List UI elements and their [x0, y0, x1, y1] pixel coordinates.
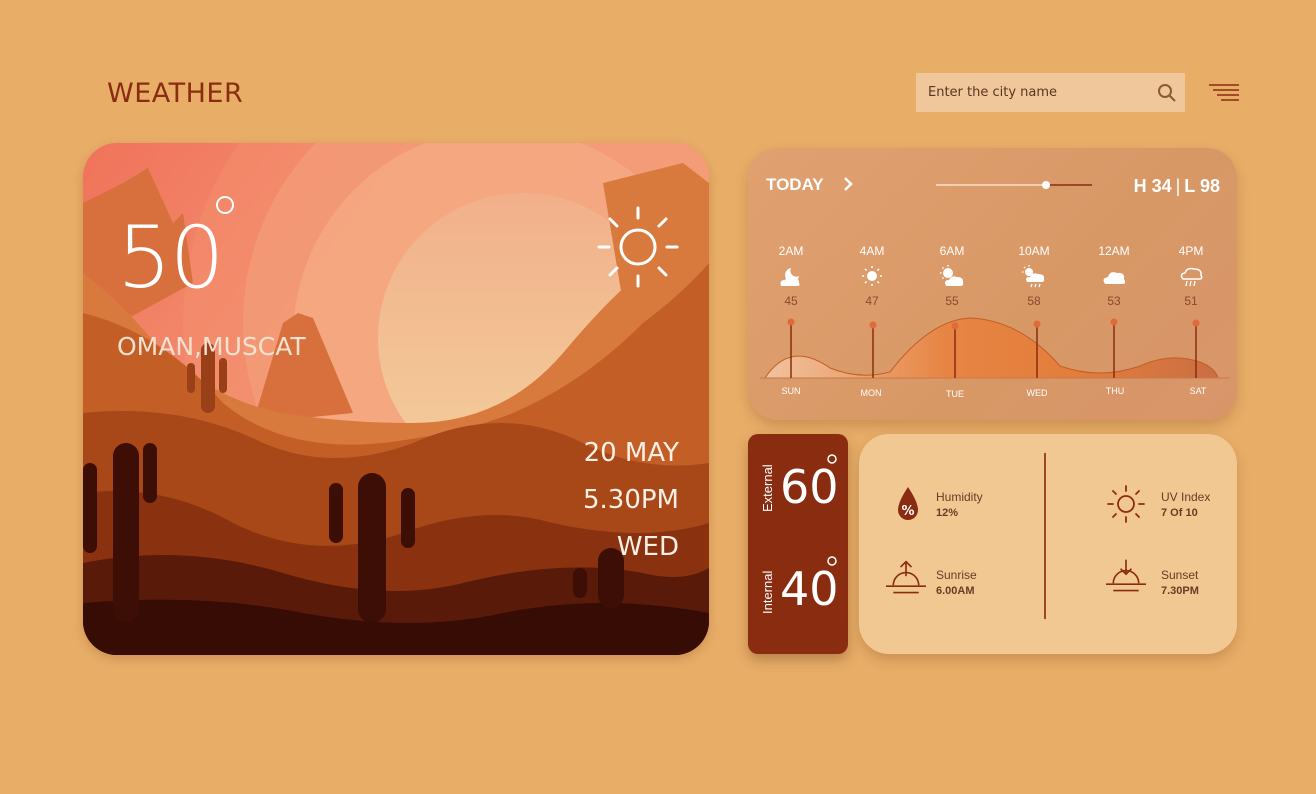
svg-text:%: %	[901, 504, 914, 519]
search-icon[interactable]	[1157, 83, 1177, 103]
sunrise-value: 6.00AM	[936, 585, 975, 597]
degree-icon	[827, 454, 837, 464]
forecast-temp: 58	[1027, 294, 1041, 308]
internal-temperature: 40	[780, 562, 839, 616]
rain-cloud-icon	[1180, 267, 1203, 287]
search-box[interactable]	[916, 73, 1185, 112]
uv-index-label: UV Index	[1161, 490, 1211, 504]
sun-icon	[862, 266, 882, 286]
details-card	[859, 434, 1237, 654]
chart-day-label: TUE	[946, 389, 964, 399]
chart-day-label: WED	[1026, 388, 1048, 398]
humidity-value: 12%	[936, 507, 959, 519]
sunset-label: Sunset	[1161, 568, 1199, 582]
forecast-slider[interactable]	[936, 178, 1092, 192]
forecast-temp: 55	[945, 294, 959, 308]
chart-day-label: SUN	[781, 386, 801, 396]
forecast-hour: 4PM	[1178, 244, 1204, 258]
chart-day-label: THU	[1105, 386, 1125, 396]
moon-cloud-icon	[780, 268, 800, 286]
humidity-icon: %	[898, 487, 918, 520]
time-label: 5.30PM	[582, 485, 679, 515]
sun-rain-cloud-icon	[1022, 265, 1045, 288]
forecast-temp: 53	[1107, 294, 1121, 308]
day-label: WED	[616, 532, 679, 562]
sunset-icon	[1106, 559, 1146, 592]
cloud-icon	[1103, 272, 1126, 284]
forecast-temp: 51	[1184, 294, 1198, 308]
temperature-trend-chart	[760, 317, 1230, 379]
partly-cloudy-icon	[940, 265, 964, 286]
sun-icon	[597, 206, 679, 288]
internal-label: Internal	[760, 570, 775, 614]
degree-icon	[216, 196, 234, 214]
app-title: WEATHER	[107, 78, 244, 109]
divider	[1044, 453, 1046, 619]
humidity-label: Humidity	[936, 490, 983, 504]
date-label: 20 MAY	[583, 438, 679, 468]
sunset-value: 7.30PM	[1161, 585, 1199, 597]
location-label: OMAN,MUSCAT	[117, 332, 306, 361]
forecast-hour: 10AM	[1018, 244, 1050, 258]
chart-day-label: MON	[860, 388, 882, 398]
external-label: External	[760, 464, 775, 512]
forecast-hour: 4AM	[859, 244, 885, 258]
search-input[interactable]	[926, 84, 1150, 101]
chevron-right-icon[interactable]	[843, 177, 853, 191]
sunrise-icon	[886, 560, 926, 594]
forecast-temp: 45	[784, 294, 798, 308]
forecast-hour: 2AM	[778, 244, 804, 258]
sunrise-label: Sunrise	[936, 568, 977, 582]
chart-day-label: SAT	[1189, 386, 1207, 396]
high-low-label: H 34 | L 98	[1133, 176, 1220, 196]
uv-index-value: 7 Of 10	[1161, 507, 1198, 519]
forecast-temp: 47	[865, 294, 879, 308]
current-temperature: 50	[117, 208, 224, 308]
forecast-hour: 12AM	[1098, 244, 1130, 258]
menu-icon[interactable]	[1209, 83, 1239, 103]
uv-sun-icon	[1107, 485, 1145, 523]
forecast-hour: 6AM	[939, 244, 965, 258]
external-temperature: 60	[780, 460, 839, 514]
degree-icon	[827, 556, 837, 566]
today-label[interactable]: TODAY	[766, 175, 824, 195]
